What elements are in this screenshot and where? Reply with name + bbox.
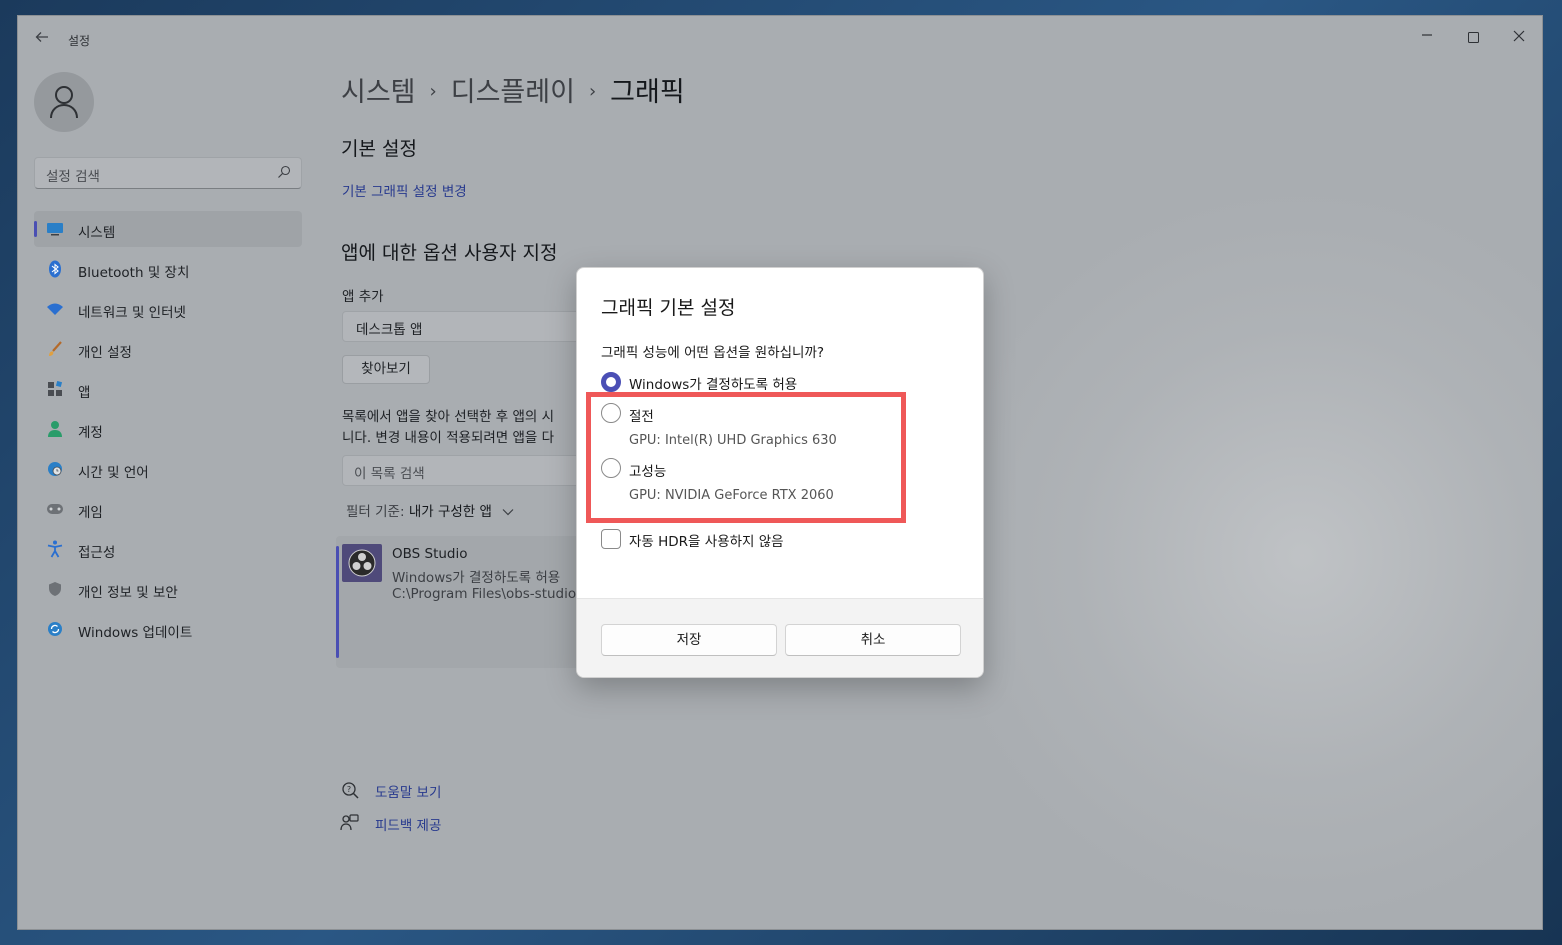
title-bar: 설정 bbox=[18, 16, 1542, 62]
sidebar-item-accounts[interactable]: 계정 bbox=[34, 411, 302, 447]
person-icon bbox=[46, 420, 64, 438]
dialog-footer: 저장 취소 bbox=[577, 598, 983, 677]
close-button[interactable] bbox=[1496, 22, 1542, 52]
selected-indicator bbox=[336, 546, 339, 658]
dialog-question: 그래픽 성능에 어떤 옵션을 원하십니까? bbox=[601, 345, 825, 361]
add-app-label: 앱 추가 bbox=[342, 289, 384, 305]
sidebar-item-label: Windows 업데이트 bbox=[78, 625, 193, 641]
dialog-title: 그래픽 기본 설정 bbox=[601, 297, 736, 319]
sidebar-item-personalization[interactable]: 개인 설정 bbox=[34, 331, 302, 367]
chevron-right-icon: › bbox=[429, 81, 437, 102]
maximize-icon bbox=[1467, 31, 1479, 43]
radio-label: Windows가 결정하도록 허용 bbox=[629, 377, 798, 393]
section-heading-basic: 기본 설정 bbox=[341, 138, 417, 160]
sidebar-item-label: 접근성 bbox=[78, 545, 116, 561]
obs-studio-icon bbox=[342, 544, 382, 582]
sidebar-item-label: 네트워크 및 인터넷 bbox=[78, 305, 186, 321]
arrow-left-icon bbox=[35, 32, 48, 42]
description-line: 니다. 변경 내용이 적용되려면 앱을 다 bbox=[342, 430, 555, 446]
sidebar-item-label: 개인 정보 및 보안 bbox=[78, 585, 178, 601]
sidebar-item-label: 게임 bbox=[78, 505, 103, 521]
apps-icon bbox=[46, 380, 64, 398]
monitor-icon bbox=[46, 220, 64, 238]
app-type-select[interactable]: 데스크톱 앱 bbox=[342, 311, 602, 342]
list-search-placeholder: 이 목록 검색 bbox=[354, 466, 425, 482]
sidebar-item-gaming[interactable]: 게임 bbox=[34, 491, 302, 527]
save-button[interactable]: 저장 bbox=[601, 624, 777, 656]
sidebar-item-label: 시스템 bbox=[78, 225, 116, 241]
app-path: C:\Program Files\obs-studio bbox=[392, 586, 577, 602]
hdr-checkbox[interactable] bbox=[601, 529, 621, 549]
sidebar-item-label: 개인 설정 bbox=[78, 345, 132, 361]
accessibility-icon bbox=[46, 540, 64, 558]
sidebar-item-label: Bluetooth 및 장치 bbox=[78, 265, 190, 281]
radio-let-windows-decide[interactable] bbox=[601, 372, 621, 392]
chevron-right-icon: › bbox=[588, 81, 597, 102]
maximize-button[interactable] bbox=[1450, 22, 1496, 52]
breadcrumb-graphics: 그래픽 bbox=[610, 77, 685, 108]
minimize-button[interactable] bbox=[1404, 22, 1450, 52]
help-link-label: 도움말 보기 bbox=[375, 785, 442, 801]
search-placeholder: 설정 검색 bbox=[46, 169, 100, 185]
wifi-icon bbox=[46, 300, 64, 318]
sidebar-item-bluetooth[interactable]: Bluetooth 및 장치 bbox=[34, 251, 302, 287]
close-icon bbox=[1513, 30, 1525, 42]
app-list-item[interactable]: OBS Studio Windows가 결정하도록 허용 C:\Program … bbox=[336, 536, 602, 668]
shield-icon bbox=[46, 580, 64, 598]
sidebar-item-label: 계정 bbox=[78, 425, 103, 441]
change-default-graphics-link[interactable]: 기본 그래픽 설정 변경 bbox=[342, 180, 467, 200]
sidebar-item-system[interactable]: 시스템 bbox=[34, 211, 302, 247]
sidebar-item-label: 시간 및 언어 bbox=[78, 465, 149, 481]
sidebar-item-network[interactable]: 네트워크 및 인터넷 bbox=[34, 291, 302, 327]
sidebar-item-windows-update[interactable]: Windows 업데이트 bbox=[34, 611, 302, 647]
minimize-icon bbox=[1422, 34, 1432, 36]
app-type-value: 데스크톱 앱 bbox=[356, 322, 423, 338]
filter-value: 내가 구성한 앱 bbox=[408, 504, 492, 520]
background-glow bbox=[942, 196, 1542, 916]
user-icon bbox=[50, 86, 78, 119]
breadcrumb-display[interactable]: 디스플레이 bbox=[451, 77, 575, 108]
sidebar-item-apps[interactable]: 앱 bbox=[34, 371, 302, 407]
breadcrumb: 시스템 › 디스플레이 › 그래픽 bbox=[341, 70, 685, 109]
gamepad-icon bbox=[46, 500, 64, 518]
active-indicator bbox=[34, 221, 37, 237]
brush-icon bbox=[46, 340, 64, 358]
hdr-checkbox-label: 자동 HDR을 사용하지 않음 bbox=[629, 534, 784, 550]
sidebar-item-time-language[interactable]: 시간 및 언어 bbox=[34, 451, 302, 487]
app-title: 설정 bbox=[68, 34, 91, 48]
sidebar-nav: 시스템 Bluetooth 및 장치 네트워크 및 인터넷 개인 설정 앱 계정… bbox=[34, 211, 302, 651]
cancel-button[interactable]: 취소 bbox=[785, 624, 961, 656]
feedback-icon bbox=[340, 814, 359, 831]
description-text: 목록에서 앱을 찾아 선택한 후 앱의 시 니다. 변경 내용이 적용되려면 앱… bbox=[342, 407, 604, 449]
app-name: OBS Studio bbox=[392, 546, 468, 562]
list-search-input[interactable]: 이 목록 검색 bbox=[342, 455, 602, 486]
back-button[interactable] bbox=[32, 29, 52, 49]
sidebar-item-privacy[interactable]: 개인 정보 및 보안 bbox=[34, 571, 302, 607]
breadcrumb-system[interactable]: 시스템 bbox=[341, 77, 416, 108]
settings-search-input[interactable]: 설정 검색 bbox=[34, 157, 302, 189]
browse-button[interactable]: 찾아보기 bbox=[342, 355, 430, 384]
chevron-down-icon bbox=[502, 509, 514, 516]
annotation-highlight-box bbox=[586, 392, 906, 523]
globe-clock-icon bbox=[46, 460, 64, 478]
filter-label: 필터 기준: bbox=[346, 504, 405, 520]
update-icon bbox=[46, 620, 64, 638]
bluetooth-icon bbox=[46, 260, 64, 278]
help-icon: ? bbox=[342, 782, 359, 799]
svg-text:?: ? bbox=[347, 785, 351, 794]
search-icon bbox=[278, 165, 291, 178]
feedback-link-label: 피드백 제공 bbox=[375, 818, 442, 834]
filter-dropdown[interactable]: 필터 기준: 내가 구성한 앱 bbox=[346, 500, 514, 520]
sidebar-item-label: 앱 bbox=[78, 385, 91, 401]
app-setting: Windows가 결정하도록 허용 bbox=[392, 570, 561, 586]
avatar[interactable] bbox=[34, 72, 94, 132]
section-heading-custom: 앱에 대한 옵션 사용자 지정 bbox=[341, 242, 558, 264]
description-line: 목록에서 앱을 찾아 선택한 후 앱의 시 bbox=[342, 409, 555, 425]
sidebar-item-accessibility[interactable]: 접근성 bbox=[34, 531, 302, 567]
